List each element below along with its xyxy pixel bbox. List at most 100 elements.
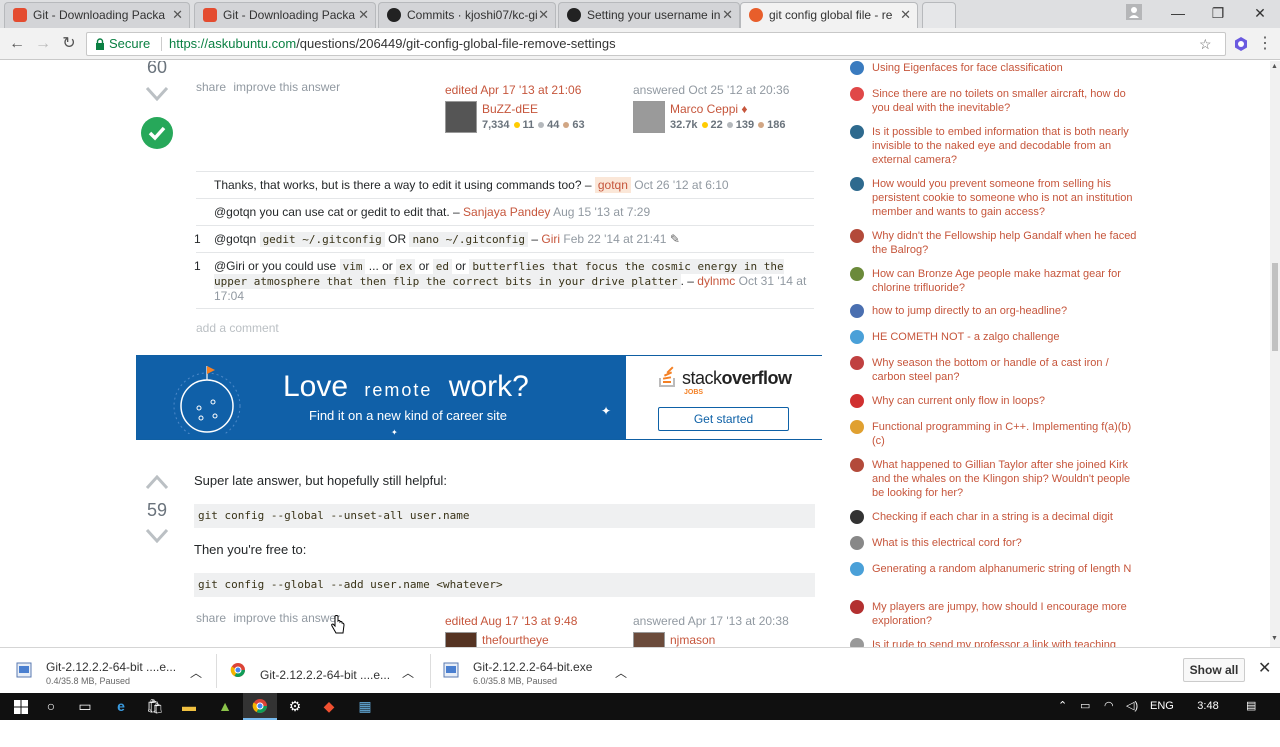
comment-user[interactable]: Giri — [541, 232, 560, 246]
address-bar[interactable]: Secure https://askubuntu.com/questions/2… — [86, 32, 1226, 56]
git-icon[interactable]: ◆ — [312, 693, 346, 720]
comment-date[interactable]: Oct 26 '12 at 6:10 — [634, 178, 728, 192]
share-link[interactable]: share — [196, 611, 226, 625]
tab-3[interactable]: Commits · kjoshi07/kc-gi ✕ — [378, 2, 556, 28]
close-tab-icon[interactable]: ✕ — [358, 3, 369, 27]
vote-down-icon[interactable] — [146, 87, 168, 101]
tab-5[interactable]: git config global file - re ✕ — [740, 2, 918, 28]
notifications-icon[interactable]: ▤ — [1246, 693, 1256, 720]
hot-question-title[interactable]: HE COMETH NOT - a zalgo challenge — [872, 330, 1140, 344]
edited-date[interactable]: edited Aug 17 '13 at 9:48 — [445, 614, 625, 628]
search-icon[interactable]: ○ — [34, 693, 68, 720]
extension-icon[interactable] — [1230, 33, 1252, 55]
download-item[interactable]: Git-2.12.2.2-64-bit.exe 6.0/35.8 MB, Pau… — [443, 652, 633, 690]
download-item[interactable]: Git-2.12.2.2-64-bit ....e... 0.4/35.8 MB… — [16, 652, 206, 690]
hot-question-title[interactable]: What happened to Gillian Taylor after sh… — [872, 458, 1140, 500]
clock[interactable]: 3:48 PM — [1188, 693, 1228, 747]
hot-question-title[interactable]: Why can current only flow in loops? — [872, 394, 1140, 408]
add-comment-link[interactable]: add a comment — [196, 308, 814, 335]
tab-1[interactable]: Git - Downloading Packa ✕ — [4, 2, 190, 28]
show-all-button[interactable]: Show all — [1183, 658, 1245, 682]
minimize-icon[interactable]: — — [1158, 0, 1198, 28]
scrollbar-thumb[interactable] — [1272, 263, 1278, 351]
reload-icon[interactable]: ↻ — [58, 33, 80, 55]
chevron-up-icon[interactable]: ︿ — [402, 664, 414, 681]
hot-question-title[interactable]: My players are jumpy, how should I encou… — [872, 600, 1140, 628]
hot-question-item[interactable]: How can Bronze Age people make hazmat ge… — [850, 267, 1140, 295]
hot-question-title[interactable]: Since there are no toilets on smaller ai… — [872, 87, 1140, 115]
user-link[interactable]: BuZZ-dEE — [482, 102, 538, 116]
hot-question-item[interactable]: Since there are no toilets on smaller ai… — [850, 87, 1140, 115]
hot-question-title[interactable]: Using Eigenfaces for face classification — [872, 61, 1140, 75]
hot-question-item[interactable]: Generating a random alphanumeric string … — [850, 562, 1140, 576]
close-downloads-icon[interactable]: ✕ — [1258, 658, 1271, 678]
hot-question-title[interactable]: Is it possible to embed information that… — [872, 125, 1140, 167]
url-text[interactable]: https://askubuntu.com/questions/206449/g… — [169, 33, 616, 55]
user-link[interactable]: njmason — [670, 633, 715, 647]
share-link[interactable]: share — [196, 80, 226, 94]
file-explorer-icon[interactable]: ▬ — [172, 693, 206, 720]
hot-question-title[interactable]: how to jump directly to an org-headline? — [872, 304, 1140, 318]
app-icon[interactable]: ▦ — [348, 693, 382, 720]
hot-question-item[interactable]: Functional programming in C++. Implement… — [850, 420, 1140, 448]
language-indicator[interactable]: ENG — [1150, 693, 1174, 720]
settings-gear-icon[interactable]: ⚙ — [278, 693, 312, 720]
close-tab-icon[interactable]: ✕ — [900, 3, 911, 27]
close-window-icon[interactable]: ✕ — [1240, 0, 1280, 28]
hot-question-item[interactable]: Using Eigenfaces for face classification — [850, 61, 1140, 75]
avatar[interactable] — [633, 632, 665, 647]
forward-icon[interactable]: → — [32, 33, 54, 55]
chevron-up-icon[interactable]: ⌃ — [1058, 693, 1067, 720]
edited-date[interactable]: edited Apr 17 '13 at 21:06 — [445, 83, 625, 97]
profile-icon[interactable] — [1116, 0, 1152, 28]
close-tab-icon[interactable]: ✕ — [538, 3, 549, 27]
chrome-menu-icon[interactable]: ⋮ — [1254, 33, 1276, 55]
ad-banner[interactable]: Love remote work? Find it on a new kind … — [136, 355, 822, 440]
avatar[interactable] — [633, 101, 665, 133]
hot-question-item[interactable]: Is it possible to embed information that… — [850, 125, 1140, 167]
hot-question-title[interactable]: Functional programming in C++. Implement… — [872, 420, 1140, 448]
vote-down-icon[interactable] — [146, 529, 168, 543]
hot-question-title[interactable]: What is this electrical cord for? — [872, 536, 1140, 550]
hot-question-title[interactable]: Generating a random alphanumeric string … — [872, 562, 1140, 576]
download-item[interactable]: Git-2.12.2.2-64-bit ....e... ︿ — [230, 652, 420, 690]
comment-date[interactable]: Feb 22 '14 at 21:41 — [563, 232, 666, 246]
edge-icon[interactable]: e — [104, 693, 138, 720]
chevron-up-icon[interactable]: ︿ — [615, 664, 627, 681]
close-tab-icon[interactable]: ✕ — [722, 3, 733, 27]
hot-question-item[interactable]: how to jump directly to an org-headline? — [850, 304, 1140, 318]
store-icon[interactable]: 🛍 — [138, 693, 172, 720]
wifi-icon[interactable]: ◠ — [1104, 693, 1114, 720]
improve-link[interactable]: improve this answer — [233, 80, 340, 94]
volume-icon[interactable]: ◁) — [1126, 693, 1138, 720]
improve-link[interactable]: improve this answer — [233, 611, 340, 625]
hot-question-title[interactable]: How would you prevent someone from selli… — [872, 177, 1140, 219]
restore-icon[interactable]: ❐ — [1198, 0, 1238, 28]
comment-user[interactable]: dylnmc — [697, 274, 735, 288]
get-started-button[interactable]: Get started — [658, 407, 789, 431]
new-tab-button[interactable] — [922, 2, 956, 28]
hot-question-title[interactable]: Why didn't the Fellowship help Gandalf w… — [872, 229, 1140, 257]
battery-icon[interactable]: ▭ — [1080, 693, 1090, 720]
avatar[interactable] — [445, 101, 477, 133]
bookmark-star-icon[interactable]: ☆ — [1199, 33, 1212, 55]
hot-question-item[interactable]: Why season the bottom or handle of a cas… — [850, 356, 1140, 384]
android-studio-icon[interactable]: ▲ — [208, 693, 242, 720]
chrome-icon[interactable] — [243, 693, 277, 720]
hot-question-item[interactable]: What happened to Gillian Taylor after sh… — [850, 458, 1140, 500]
hot-question-item[interactable]: HE COMETH NOT - a zalgo challenge — [850, 330, 1140, 344]
page-scrollbar[interactable]: ▲ ▼ — [1270, 61, 1280, 647]
hot-question-title[interactable]: Is it rude to send my professor a link w… — [872, 638, 1140, 647]
comment-user[interactable]: Sanjaya Pandey — [463, 205, 550, 219]
hot-question-item[interactable]: How would you prevent someone from selli… — [850, 177, 1140, 219]
task-view-icon[interactable]: ▭ — [68, 693, 102, 720]
hot-question-title[interactable]: Why season the bottom or handle of a cas… — [872, 356, 1140, 384]
vote-up-icon[interactable] — [146, 475, 168, 489]
hot-question-item[interactable]: Is it rude to send my professor a link w… — [850, 638, 1140, 647]
comment-date[interactable]: Aug 15 '13 at 7:29 — [553, 205, 650, 219]
avatar[interactable] — [445, 632, 477, 647]
user-link[interactable]: thefourtheye — [482, 633, 549, 647]
tab-2[interactable]: Git - Downloading Packa ✕ — [194, 2, 376, 28]
hot-question-item[interactable]: Why didn't the Fellowship help Gandalf w… — [850, 229, 1140, 257]
hot-question-item[interactable]: What is this electrical cord for? — [850, 536, 1140, 550]
